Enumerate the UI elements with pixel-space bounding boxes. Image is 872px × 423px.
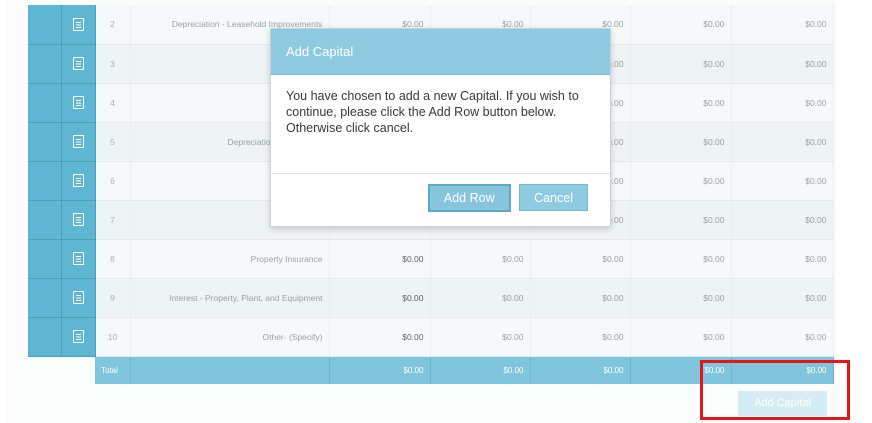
- row-amount-1[interactable]: $0.00: [329, 239, 431, 279]
- row-amount-4[interactable]: $0.00: [630, 5, 732, 45]
- row-amount-5[interactable]: $0.00: [731, 317, 834, 357]
- row-handle: [28, 5, 62, 45]
- row-number: 10: [95, 317, 131, 357]
- row-detail-button[interactable]: [61, 44, 96, 84]
- row-amount-4[interactable]: $0.00: [630, 161, 732, 201]
- row-amount-4[interactable]: $0.00: [630, 200, 732, 240]
- dialog-message: You have chosen to add a new Capital. If…: [286, 89, 579, 135]
- row-detail-button[interactable]: [61, 239, 96, 279]
- document-icon: [72, 57, 84, 70]
- row-detail-button[interactable]: [61, 317, 96, 357]
- row-handle: [28, 200, 62, 240]
- document-icon: [72, 96, 84, 109]
- add-row-button[interactable]: Add Row: [427, 184, 511, 212]
- row-amount-4[interactable]: $0.00: [630, 278, 732, 318]
- row-number: 9: [95, 278, 131, 318]
- total-label: Total: [95, 356, 131, 384]
- document-icon: [72, 213, 84, 226]
- total-description: [130, 356, 330, 384]
- total-amount-3: $0.00: [530, 356, 631, 384]
- row-description: Other- (Specify): [130, 317, 330, 357]
- total-amount-2: $0.00: [430, 356, 531, 384]
- highlight-annotation: [700, 360, 850, 420]
- row-handle: [28, 44, 62, 84]
- row-number: 4: [95, 83, 131, 123]
- row-amount-3[interactable]: $0.00: [530, 239, 631, 279]
- add-capital-dialog: Add Capital You have chosen to add a new…: [270, 28, 611, 227]
- row-handle: [28, 317, 62, 357]
- row-handle: [28, 239, 62, 279]
- row-amount-2[interactable]: $0.00: [430, 317, 531, 357]
- row-amount-5[interactable]: $0.00: [731, 200, 834, 240]
- row-number: 8: [95, 239, 131, 279]
- row-handle: [28, 83, 62, 123]
- row-amount-4[interactable]: $0.00: [630, 44, 732, 84]
- cancel-button[interactable]: Cancel: [519, 184, 588, 211]
- row-amount-4[interactable]: $0.00: [630, 122, 732, 162]
- row-amount-4[interactable]: $0.00: [630, 83, 732, 123]
- total-blank: [61, 356, 95, 384]
- row-amount-5[interactable]: $0.00: [731, 5, 834, 45]
- total-amount-1: $0.00: [329, 356, 431, 384]
- row-detail-button[interactable]: [61, 83, 96, 123]
- row-description: Interest - Property, Plant, and Equipmen…: [130, 278, 330, 318]
- document-icon: [72, 135, 84, 148]
- row-amount-5[interactable]: $0.00: [731, 239, 834, 279]
- document-icon: [72, 252, 84, 265]
- row-detail-button[interactable]: [61, 278, 96, 318]
- row-number: 3: [95, 44, 131, 84]
- row-handle: [28, 161, 62, 201]
- row-detail-button[interactable]: [61, 122, 96, 162]
- row-amount-5[interactable]: $0.00: [731, 83, 834, 123]
- row-amount-1[interactable]: $0.00: [329, 278, 431, 318]
- row-number: 5: [95, 122, 131, 162]
- total-blank: [28, 356, 61, 384]
- row-number: 6: [95, 161, 131, 201]
- row-amount-5[interactable]: $0.00: [731, 44, 834, 84]
- row-amount-4[interactable]: $0.00: [630, 317, 732, 357]
- document-icon: [72, 174, 84, 187]
- dialog-footer: Add Row Cancel: [271, 173, 610, 226]
- row-amount-2[interactable]: $0.00: [430, 278, 531, 318]
- dialog-title: Add Capital: [271, 29, 610, 75]
- row-amount-5[interactable]: $0.00: [731, 161, 834, 201]
- row-number: 7: [95, 200, 131, 240]
- row-amount-5[interactable]: $0.00: [731, 278, 834, 318]
- document-icon: [72, 330, 84, 343]
- row-amount-3[interactable]: $0.00: [530, 278, 631, 318]
- table-row: 8 Property Insurance $0.00 $0.00 $0.00 $…: [28, 239, 834, 279]
- row-detail-button[interactable]: [61, 5, 96, 45]
- row-amount-3[interactable]: $0.00: [530, 317, 631, 357]
- table-row: 9 Interest - Property, Plant, and Equipm…: [28, 278, 834, 318]
- table-row: 10 Other- (Specify) $0.00 $0.00 $0.00 $0…: [28, 317, 834, 357]
- row-detail-button[interactable]: [61, 161, 96, 201]
- row-description: Property Insurance: [130, 239, 330, 279]
- document-icon: [72, 291, 84, 304]
- row-handle: [28, 122, 62, 162]
- row-number: 2: [95, 5, 131, 45]
- document-icon: [72, 17, 84, 31]
- row-amount-1[interactable]: $0.00: [329, 317, 431, 357]
- row-amount-5[interactable]: $0.00: [731, 122, 834, 162]
- row-amount-4[interactable]: $0.00: [630, 239, 732, 279]
- row-amount-2[interactable]: $0.00: [430, 239, 531, 279]
- row-handle: [28, 278, 62, 318]
- row-detail-button[interactable]: [61, 200, 96, 240]
